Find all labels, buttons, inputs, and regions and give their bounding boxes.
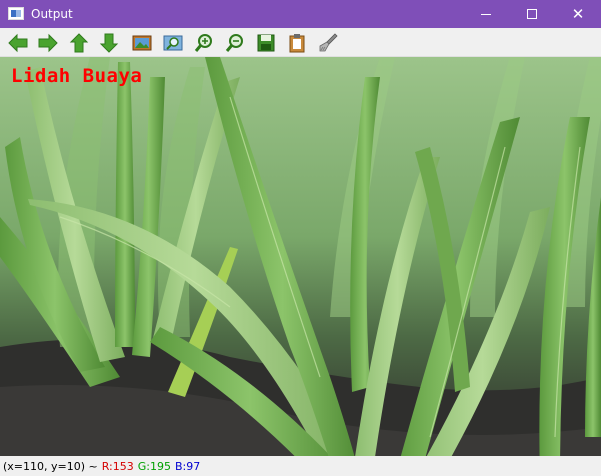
zoom-image-icon [163, 35, 183, 51]
status-bar: (x=110, y=10) ~ R:153 G:195 B:97 [0, 456, 601, 476]
zoom-original-button[interactable] [130, 31, 154, 55]
clipboard-icon [289, 34, 305, 53]
status-green-value: G:195 [137, 459, 171, 473]
pan-down-button[interactable] [97, 31, 121, 55]
overlay-label: Lidah Buaya [11, 65, 143, 87]
pan-up-button[interactable] [67, 31, 91, 55]
zoom-fit-button[interactable] [161, 31, 185, 55]
title-bar[interactable]: Output ✕ [0, 0, 601, 28]
zoom-in-icon [194, 34, 212, 52]
zoom-out-icon [225, 34, 243, 52]
arrow-up-icon [69, 33, 89, 53]
image-icon [132, 35, 152, 51]
arrow-right-icon [38, 33, 58, 53]
save-button[interactable] [254, 31, 278, 55]
zoom-out-button[interactable] [223, 31, 247, 55]
maximize-icon [527, 9, 537, 19]
maximize-button[interactable] [509, 0, 555, 28]
close-button[interactable]: ✕ [555, 0, 601, 28]
properties-button[interactable] [316, 31, 340, 55]
status-red-value: R:153 [101, 459, 134, 473]
arrow-left-icon [8, 33, 28, 53]
app-icon [8, 7, 24, 20]
close-icon: ✕ [571, 4, 585, 23]
copy-button[interactable] [285, 31, 309, 55]
arrow-down-icon [99, 33, 119, 53]
brush-icon [319, 33, 338, 52]
window-title: Output [31, 7, 73, 21]
aloe-vera-photo [0, 57, 601, 456]
zoom-in-button[interactable] [192, 31, 216, 55]
status-coords: (x=110, y=10) ~ [3, 459, 98, 473]
minimize-button[interactable] [463, 0, 509, 28]
floppy-disk-icon [257, 34, 275, 52]
status-blue-value: B:97 [175, 459, 201, 473]
minimize-icon [481, 13, 491, 15]
image-canvas[interactable]: Lidah Buaya [0, 57, 601, 456]
pan-left-button[interactable] [6, 31, 30, 55]
toolbar [0, 28, 601, 57]
pan-right-button[interactable] [36, 31, 60, 55]
